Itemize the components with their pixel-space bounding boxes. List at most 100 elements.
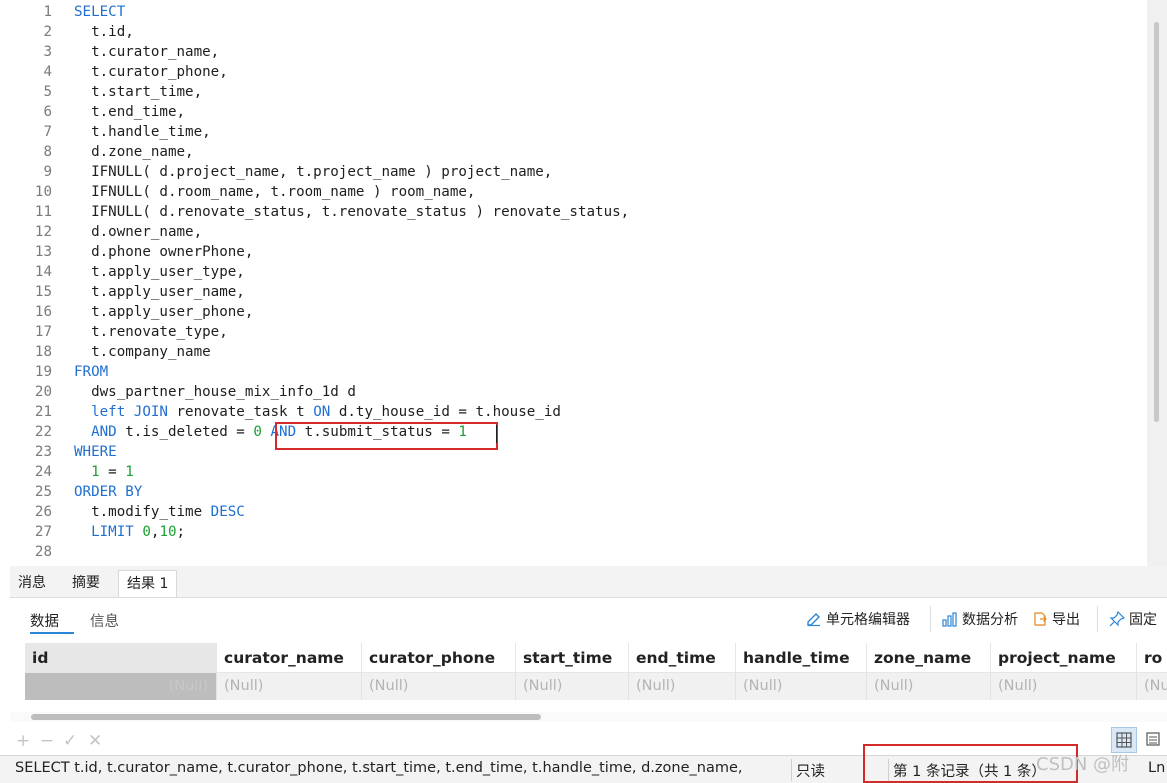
sql-text: d.owner_name,: [74, 224, 203, 240]
code-line[interactable]: IFNULL( d.project_name, t.project_name )…: [74, 162, 552, 182]
code-line[interactable]: dws_partner_house_mix_info_1d d: [74, 382, 356, 402]
sql-number: 1: [91, 464, 100, 480]
code-line[interactable]: t.curator_name,: [74, 42, 219, 62]
tab-result-1[interactable]: 结果 1: [118, 570, 178, 597]
code-line[interactable]: t.curator_phone,: [74, 62, 228, 82]
cell-room-name[interactable]: (Nu: [1137, 673, 1167, 700]
column-header-start-time[interactable]: start_time: [516, 643, 629, 673]
tab-messages[interactable]: 消息: [10, 570, 54, 597]
sql-keyword: left JOIN: [91, 404, 168, 420]
sql-text: d.phone ownerPhone,: [74, 244, 254, 260]
cell-zone-name[interactable]: (Null): [867, 673, 991, 700]
code-line[interactable]: t.modify_time DESC: [74, 502, 245, 522]
code-line[interactable]: t.apply_user_phone,: [74, 302, 253, 322]
code-line[interactable]: ORDER BY: [74, 482, 142, 502]
sql-text: t.modify_time: [74, 504, 211, 520]
toolbar-divider: [1097, 606, 1098, 632]
code-line[interactable]: WHERE: [74, 442, 117, 462]
code-line[interactable]: t.apply_user_name,: [74, 282, 245, 302]
active-tab-indicator: [30, 632, 74, 634]
column-header-handle-time[interactable]: handle_time: [736, 643, 867, 673]
scrollbar-thumb[interactable]: [1154, 22, 1159, 422]
pin-label: 固定: [1129, 612, 1157, 628]
column-header-project-name[interactable]: project_name: [991, 643, 1137, 673]
cell-project-name[interactable]: (Null): [991, 673, 1137, 700]
code-line[interactable]: t.renovate_type,: [74, 322, 228, 342]
cell-editor-button[interactable]: 单元格编辑器: [806, 610, 910, 630]
line-number: 2: [43, 24, 52, 40]
sql-text: IFNULL( d.project_name, t.project_name )…: [74, 164, 553, 180]
tab-summary[interactable]: 摘要: [64, 570, 108, 597]
editor-vertical-scrollbar[interactable]: [1147, 0, 1167, 566]
column-header-curator-name[interactable]: curator_name: [217, 643, 362, 673]
code-line[interactable]: t.company_name: [74, 342, 211, 362]
subtab-data[interactable]: 数据: [30, 610, 59, 631]
code-line[interactable]: d.owner_name,: [74, 222, 202, 242]
line-number: 11: [34, 204, 52, 220]
sql-keyword: DESC: [210, 504, 245, 520]
form-view-icon: [1146, 732, 1160, 746]
column-header-end-time[interactable]: end_time: [629, 643, 736, 673]
sql-text: t.apply_user_type,: [74, 264, 245, 280]
result-grid[interactable]: id curator_name curator_phone start_time…: [25, 643, 1167, 703]
code-line[interactable]: t.handle_time,: [74, 122, 211, 142]
sql-text: IFNULL( d.room_name, t.room_name ) room_…: [74, 184, 476, 200]
data-analysis-label: 数据分析: [962, 612, 1018, 628]
form-view-button[interactable]: [1141, 727, 1167, 753]
column-header-id[interactable]: id: [25, 643, 217, 673]
line-number: 25: [34, 484, 52, 500]
edit-icon: [807, 613, 820, 627]
line-number: 10: [34, 184, 52, 200]
code-line[interactable]: left JOIN renovate_task t ON d.ty_house_…: [74, 402, 561, 422]
code-line[interactable]: t.id,: [74, 22, 134, 42]
pin-button[interactable]: 固定: [1109, 610, 1157, 630]
status-readonly: 只读: [796, 764, 825, 780]
code-line[interactable]: 1 = 1: [74, 462, 134, 482]
code-line[interactable]: d.phone ownerPhone,: [74, 242, 253, 262]
code-line[interactable]: d.zone_name,: [74, 142, 194, 162]
export-icon: [1034, 612, 1047, 626]
line-number: 21: [34, 404, 52, 420]
sql-text: t.apply_user_phone,: [74, 304, 254, 320]
code-line[interactable]: t.apply_user_type,: [74, 262, 245, 282]
cell-end-time[interactable]: (Null): [629, 673, 736, 700]
sql-keyword: WHERE: [74, 444, 117, 460]
code-line[interactable]: t.end_time,: [74, 102, 185, 122]
cell-handle-time[interactable]: (Null): [736, 673, 867, 700]
data-analysis-button[interactable]: 数据分析: [942, 610, 1018, 630]
discard-changes-icon[interactable]: ✕: [88, 731, 102, 751]
sql-number: 10: [159, 524, 177, 540]
line-number: 9: [43, 164, 52, 180]
cell-id[interactable]: (Null): [25, 673, 217, 700]
code-line[interactable]: t.start_time,: [74, 82, 202, 102]
subtab-info[interactable]: 信息: [90, 610, 119, 631]
sql-number: 0: [142, 524, 151, 540]
cell-curator-phone[interactable]: (Null): [362, 673, 516, 700]
text-caret: [496, 425, 497, 443]
column-header-curator-phone[interactable]: curator_phone: [362, 643, 516, 673]
apply-changes-icon[interactable]: ✓: [63, 731, 77, 751]
code-line[interactable]: LIMIT 0,10;: [74, 522, 185, 542]
code-line[interactable]: SELECT: [74, 2, 125, 22]
code-line[interactable]: FROM: [74, 362, 108, 382]
column-header-zone-name[interactable]: zone_name: [867, 643, 991, 673]
add-record-icon[interactable]: +: [16, 731, 30, 751]
sql-editor[interactable]: 1 SELECT 2 t.id, 3 t.curator_name, 4 t.curat…: [10, 0, 1147, 566]
code-line[interactable]: IFNULL( d.renovate_status, t.renovate_st…: [74, 202, 629, 222]
code-line[interactable]: IFNULL( d.room_name, t.room_name ) room_…: [74, 182, 475, 202]
line-number: 19: [34, 364, 52, 380]
cell-start-time[interactable]: (Null): [516, 673, 629, 700]
sql-keyword: AND: [91, 424, 117, 440]
export-button[interactable]: 导出: [1032, 610, 1080, 630]
scrollbar-thumb[interactable]: [31, 714, 541, 720]
toolbar-divider: [930, 606, 931, 632]
line-number: 22: [34, 424, 52, 440]
column-header-room-name[interactable]: ro: [1137, 643, 1167, 673]
line-number: 27: [34, 524, 52, 540]
delete-record-icon[interactable]: −: [40, 731, 54, 751]
sql-text: dws_partner_house_mix_info_1d d: [74, 384, 356, 400]
cell-curator-name[interactable]: (Null): [217, 673, 362, 700]
line-number: 7: [43, 124, 52, 140]
